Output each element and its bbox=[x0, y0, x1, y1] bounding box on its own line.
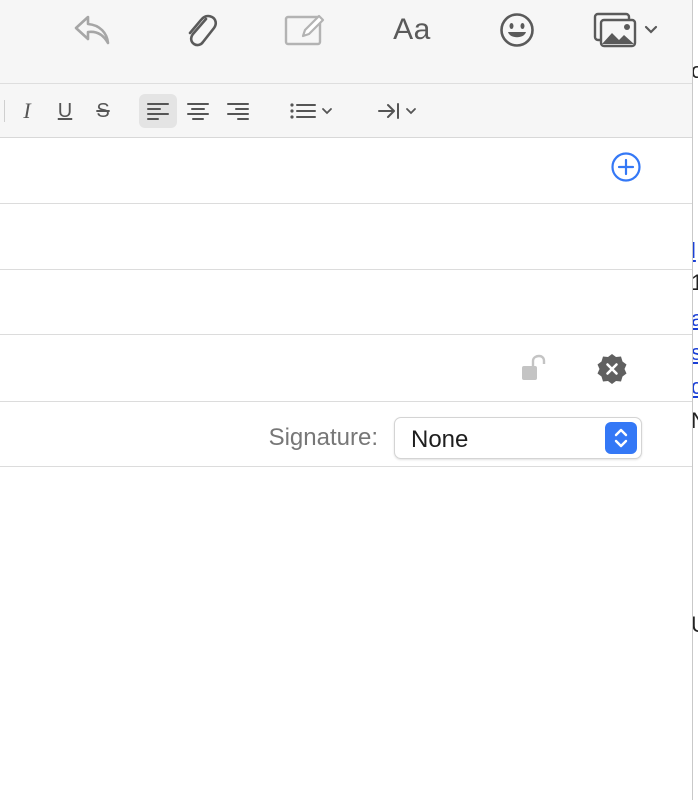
unlock-icon bbox=[522, 354, 546, 380]
edge-text: 1 bbox=[693, 272, 698, 294]
signature-row: Signature: None bbox=[0, 402, 692, 467]
edge-text: N bbox=[693, 410, 698, 432]
select-stepper bbox=[605, 422, 637, 454]
photo-browser-icon bbox=[593, 12, 637, 48]
compose-toolbar: Aa bbox=[0, 0, 692, 84]
add-recipient-button[interactable] bbox=[609, 150, 643, 184]
signature-label: Signature: bbox=[268, 424, 378, 451]
paperclip-icon bbox=[188, 14, 218, 47]
photo-browser-button[interactable] bbox=[590, 10, 662, 50]
align-right-icon bbox=[227, 103, 249, 120]
background-window-edge: o l 1 a s c N U bbox=[692, 0, 698, 800]
edge-link[interactable]: a bbox=[693, 308, 698, 330]
emoji-button[interactable] bbox=[496, 10, 538, 50]
to-field-row[interactable] bbox=[0, 138, 692, 204]
security-row bbox=[0, 335, 692, 402]
edge-link[interactable]: c bbox=[693, 376, 698, 398]
chevron-down-icon bbox=[322, 108, 332, 115]
align-center-button[interactable] bbox=[181, 94, 215, 128]
underline-button[interactable]: U bbox=[52, 94, 78, 128]
reply-icon bbox=[74, 15, 110, 45]
signature-value: None bbox=[411, 426, 469, 453]
chevron-down-icon bbox=[644, 25, 658, 34]
edge-link[interactable]: s bbox=[693, 342, 698, 364]
format-bar: I U S bbox=[0, 84, 692, 138]
italic-button[interactable]: I bbox=[14, 94, 40, 128]
strikethrough-button[interactable]: S bbox=[90, 94, 116, 128]
markup-button[interactable] bbox=[282, 10, 328, 50]
indent-button[interactable] bbox=[372, 94, 422, 128]
align-right-button[interactable] bbox=[221, 94, 255, 128]
indent-icon bbox=[378, 103, 399, 119]
plus-circle-icon bbox=[611, 152, 641, 182]
align-left-icon bbox=[147, 103, 169, 120]
format-text-icon: Aa bbox=[393, 13, 431, 46]
edge-text: o bbox=[693, 60, 698, 82]
message-body[interactable] bbox=[0, 467, 692, 800]
chevron-down-icon bbox=[406, 108, 416, 115]
reply-button[interactable] bbox=[70, 10, 114, 50]
encrypt-button[interactable] bbox=[516, 351, 550, 385]
markup-icon bbox=[284, 14, 325, 46]
format-text-button[interactable]: Aa bbox=[386, 10, 438, 50]
subject-field-row[interactable] bbox=[0, 270, 692, 335]
bullet-list-icon bbox=[290, 103, 316, 119]
chevron-up-down-icon bbox=[614, 428, 628, 448]
compose-window: Aa I U S Signature: None bbox=[0, 0, 692, 800]
edge-link[interactable]: l bbox=[693, 240, 696, 262]
cc-field-row[interactable] bbox=[0, 204, 692, 270]
align-center-icon bbox=[187, 103, 209, 120]
align-left-button[interactable] bbox=[139, 94, 177, 128]
attach-button[interactable] bbox=[178, 10, 222, 50]
edge-text: U bbox=[693, 614, 698, 636]
sign-button[interactable] bbox=[594, 351, 630, 387]
sign-badge-icon bbox=[597, 354, 627, 384]
signature-select[interactable]: None bbox=[394, 417, 642, 459]
format-divider bbox=[4, 100, 5, 122]
list-style-button[interactable] bbox=[286, 94, 336, 128]
emoji-icon bbox=[500, 13, 534, 47]
